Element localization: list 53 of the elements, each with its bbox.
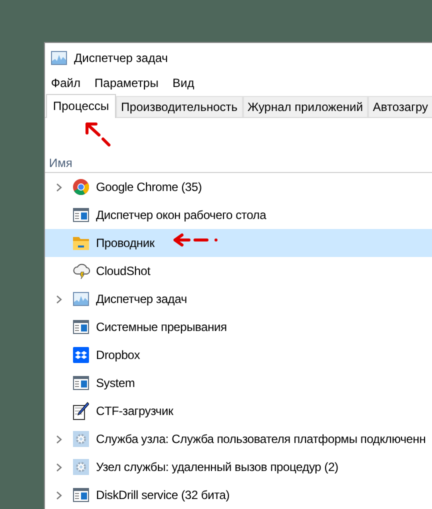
process-row[interactable]: Диспетчер задач <box>45 285 432 313</box>
process-name: CTF-загрузчик <box>96 403 174 420</box>
process-name: Служба узла: Служба пользователя платформы подключенн <box>96 431 426 448</box>
annotation-arrow <box>83 121 111 147</box>
window-icon <box>73 488 89 502</box>
process-row[interactable]: CTF-загрузчик <box>45 397 432 425</box>
process-name: Системные прерывания <box>96 319 227 336</box>
cloud-icon <box>73 263 91 279</box>
process-name: Узел службы: удаленный вызов процедур (2) <box>96 459 338 476</box>
process-row[interactable]: Dropbox <box>45 341 432 369</box>
tab[interactable]: Производительность <box>116 96 242 117</box>
tab[interactable]: Процессы <box>46 94 116 118</box>
menu-item[interactable]: Параметры <box>90 74 164 92</box>
menu-item[interactable]: Файл <box>46 74 86 92</box>
gear-icon <box>73 459 89 475</box>
process-name: CloudShot <box>96 263 150 280</box>
window-icon <box>73 376 89 390</box>
process-row[interactable]: CloudShot <box>45 257 432 285</box>
process-row[interactable]: Узел службы: удаленный вызов процедур (2) <box>45 453 432 481</box>
process-row[interactable]: Проводник <box>45 229 432 257</box>
chevron-right-icon[interactable] <box>56 434 62 444</box>
window-icon <box>73 208 89 222</box>
process-row[interactable]: Служба узла: Служба пользователя платформы подключенн <box>45 425 432 453</box>
tab[interactable]: Журнал приложений <box>242 96 368 117</box>
process-row[interactable]: Google Chrome (35) <box>45 173 432 201</box>
folder-icon <box>73 236 89 250</box>
process-row[interactable]: System <box>45 369 432 397</box>
window-title: Диспетчер задач <box>74 50 168 67</box>
chevron-right-icon[interactable] <box>56 294 62 304</box>
notepad-pen-icon <box>73 402 89 420</box>
process-name: Dropbox <box>96 347 140 364</box>
chevron-right-icon[interactable] <box>56 182 62 192</box>
process-name: DiskDrill service (32 бита) <box>96 487 230 504</box>
process-name: Проводник <box>96 235 154 252</box>
window-icon <box>73 320 89 334</box>
dropbox-icon <box>73 347 89 363</box>
process-name: Google Chrome (35) <box>96 179 202 196</box>
tab[interactable]: Автозагру <box>368 96 432 117</box>
chevron-right-icon[interactable] <box>56 462 62 472</box>
process-name: Диспетчер задач <box>96 291 187 308</box>
menu-item[interactable]: Вид <box>167 74 200 92</box>
gear-icon <box>73 431 89 447</box>
process-name: Диспетчер окон рабочего стола <box>96 207 266 224</box>
app-icon <box>51 50 67 65</box>
process-row[interactable]: Системные прерывания <box>45 313 432 341</box>
chrome-icon <box>73 179 89 195</box>
process-row[interactable]: DiskDrill service (32 бита) <box>45 481 432 509</box>
process-row[interactable]: Диспетчер окон рабочего стола <box>45 201 432 229</box>
column-header[interactable]: Имя <box>45 154 72 172</box>
chart-icon <box>73 292 89 306</box>
annotation-arrow <box>173 233 219 247</box>
process-name: System <box>96 375 135 392</box>
chevron-right-icon[interactable] <box>56 490 62 500</box>
